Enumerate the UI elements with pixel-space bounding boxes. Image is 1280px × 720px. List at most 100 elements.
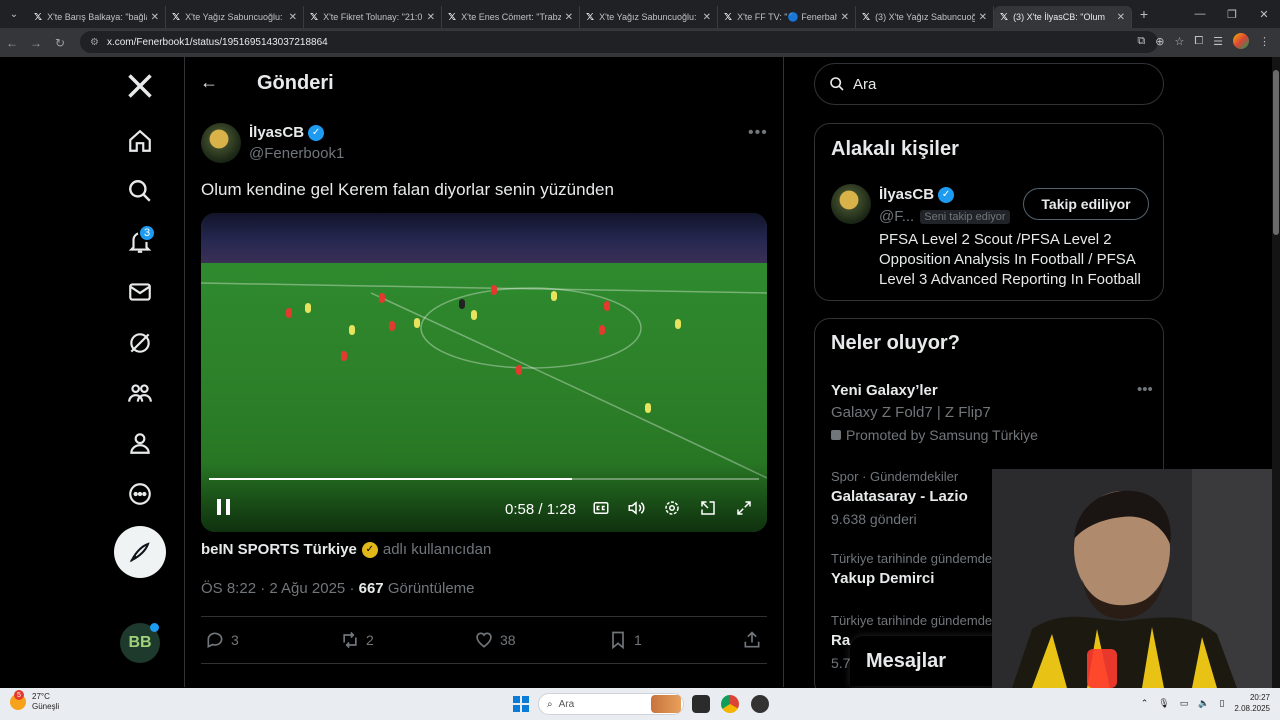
scrollbar-thumb[interactable]	[1273, 70, 1279, 235]
close-icon[interactable]: ✕	[841, 12, 849, 23]
video-player[interactable]: 0:58 / 1:28	[201, 213, 767, 532]
tab-search-icon[interactable]: ⌄	[0, 0, 28, 28]
player-yellow	[305, 303, 311, 313]
more-options-icon[interactable]: •••	[748, 124, 768, 142]
bookmark-button[interactable]: 1	[608, 630, 642, 650]
forward-nav-icon[interactable]: →	[24, 36, 48, 50]
browser-tab-active[interactable]: 𝕏 (3) X'te İlyasCB: "Olum ✕	[994, 6, 1132, 28]
new-tab-button[interactable]: +	[1132, 6, 1156, 22]
chrome-icon[interactable]	[721, 695, 739, 713]
browser-tab[interactable]: 𝕏 X'te Yağız Sabuncuoğlu: " ✕	[166, 6, 304, 28]
x-logo-icon[interactable]	[124, 70, 156, 102]
browser-tab[interactable]: 𝕏 (3) X'te Yağız Sabuncuoğl ✕	[856, 6, 994, 28]
messages-drawer[interactable]: Mesajlar	[850, 636, 1000, 686]
settings-gear-icon[interactable]	[663, 499, 681, 521]
relevant-display-name: İlyasCB	[879, 186, 935, 203]
restore-icon[interactable]: ❐	[1216, 8, 1248, 21]
view-count: 667	[358, 580, 384, 597]
relevant-handle[interactable]: @F...	[879, 208, 914, 225]
player-red	[516, 365, 522, 375]
relevant-avatar[interactable]	[831, 184, 871, 224]
author-avatar[interactable]	[201, 123, 241, 163]
pause-icon[interactable]	[215, 497, 233, 521]
close-window-icon[interactable]: ✕	[1248, 8, 1280, 21]
browser-tab[interactable]: 𝕏 X'te Fikret Tolunay: "21:0 ✕	[304, 6, 442, 28]
mic-icon[interactable]: 🎙	[1158, 698, 1169, 709]
tweet-timestamp[interactable]: ÖS 8:22 · 2 Ağu 2025 ·	[201, 580, 354, 597]
messages-icon[interactable]	[124, 276, 156, 308]
captions-icon[interactable]	[592, 499, 610, 521]
url-field[interactable]: ⚙ x.com/Fenerbook1/status/19516951430372…	[80, 31, 1158, 53]
browser-tab[interactable]: 𝕏 X'te Enes Cömert: "Trabzo ✕	[442, 6, 580, 28]
trend-title[interactable]: Yeni Galaxy’ler	[831, 382, 938, 399]
trend-more-icon[interactable]: •••	[1137, 381, 1153, 398]
player-red	[286, 308, 292, 318]
pip-icon[interactable]	[699, 499, 717, 521]
player-red	[379, 293, 385, 303]
close-icon[interactable]: ✕	[703, 12, 711, 23]
back-arrow-icon[interactable]: ←	[200, 72, 218, 93]
close-icon[interactable]: ✕	[289, 12, 297, 23]
home-icon[interactable]	[124, 125, 156, 157]
player-red	[599, 325, 605, 335]
close-icon[interactable]: ✕	[427, 12, 435, 23]
relevant-name[interactable]: İlyasCB ✓	[879, 186, 955, 203]
author-handle[interactable]: @Fenerbook1	[249, 145, 344, 162]
tab-title: X'te Enes Cömert: "Trabzo	[461, 12, 561, 22]
share-button[interactable]	[742, 630, 762, 650]
author-name[interactable]: İlyasCB ✓	[249, 124, 325, 141]
follows-you-badge: Seni takip ediyor	[920, 209, 1010, 224]
trend-title[interactable]: Galatasaray - Lazio	[831, 488, 968, 505]
install-icon[interactable]: ⧉	[1137, 35, 1145, 48]
volume-icon[interactable]	[626, 499, 646, 521]
site-info-icon[interactable]: ⚙	[90, 37, 99, 48]
search-input[interactable]: Ara	[814, 63, 1164, 105]
weather-condition: Güneşli	[32, 702, 60, 711]
task-view-icon[interactable]	[692, 695, 710, 713]
reply-button[interactable]: 3	[205, 630, 239, 650]
like-button[interactable]: 38	[474, 630, 516, 650]
profile-avatar[interactable]	[1233, 33, 1249, 49]
following-button[interactable]: Takip ediliyor	[1023, 188, 1149, 220]
browser-tab[interactable]: 𝕏 X'te FF TV: "🔵 Fenerbahç ✕	[718, 6, 856, 28]
verified-badge-icon: ✓	[308, 124, 325, 141]
network-icon[interactable]: ▭	[1180, 698, 1189, 709]
browser-tab[interactable]: 𝕏 X'te Barış Balkaya: "bağladı ✕	[28, 6, 166, 28]
back-nav-icon[interactable]: ←	[0, 36, 24, 50]
obs-icon[interactable]	[751, 695, 769, 713]
browser-tab[interactable]: 𝕏 X'te Yağız Sabuncuoğlu: " ✕	[580, 6, 718, 28]
fullscreen-icon[interactable]	[735, 499, 753, 521]
relevant-people-card: Alakalı kişiler İlyasCB ✓ @F... Seni taki…	[814, 123, 1164, 301]
video-progress-fill[interactable]	[209, 478, 572, 480]
search-icon[interactable]	[124, 175, 156, 207]
minimize-icon[interactable]: —	[1184, 8, 1216, 20]
repost-button[interactable]: 2	[340, 630, 374, 650]
windows-start-icon[interactable]	[513, 696, 529, 717]
sun-icon: 5	[10, 690, 26, 710]
divider	[201, 616, 767, 617]
trend-title[interactable]: Ra	[831, 632, 850, 649]
profile-icon[interactable]	[124, 427, 156, 459]
close-icon[interactable]: ✕	[1117, 12, 1125, 23]
tray-chevron-icon[interactable]: ⌃	[1141, 698, 1149, 709]
attribution-source[interactable]: beIN SPORTS Türkiye	[201, 541, 357, 558]
zoom-icon[interactable]: ⊕	[1155, 35, 1164, 48]
close-icon[interactable]: ✕	[979, 12, 987, 23]
battery-icon[interactable]: ▯	[1219, 698, 1224, 709]
share-icon	[744, 631, 760, 648]
weather-widget[interactable]: 5 27°C Güneşli	[10, 690, 60, 712]
reload-icon[interactable]: ↻	[48, 36, 72, 50]
close-icon[interactable]: ✕	[565, 12, 573, 23]
trend-title[interactable]: Yakup Demirci	[831, 570, 934, 587]
communities-icon[interactable]	[124, 377, 156, 409]
clock[interactable]: 20:27 2.08.2025	[1234, 692, 1270, 714]
bookmark-star-icon[interactable]: ☆	[1174, 35, 1184, 48]
more-icon[interactable]	[124, 478, 156, 510]
tab-groups-icon[interactable]: ☰	[1213, 35, 1223, 48]
grok-icon[interactable]	[124, 327, 156, 359]
close-icon[interactable]: ✕	[151, 12, 159, 23]
chrome-menu-icon[interactable]: ⋮	[1259, 35, 1270, 48]
compose-post-button[interactable]	[114, 526, 166, 578]
speaker-icon[interactable]: 🔈	[1198, 698, 1209, 709]
extensions-icon[interactable]: ⧠	[1194, 35, 1203, 48]
